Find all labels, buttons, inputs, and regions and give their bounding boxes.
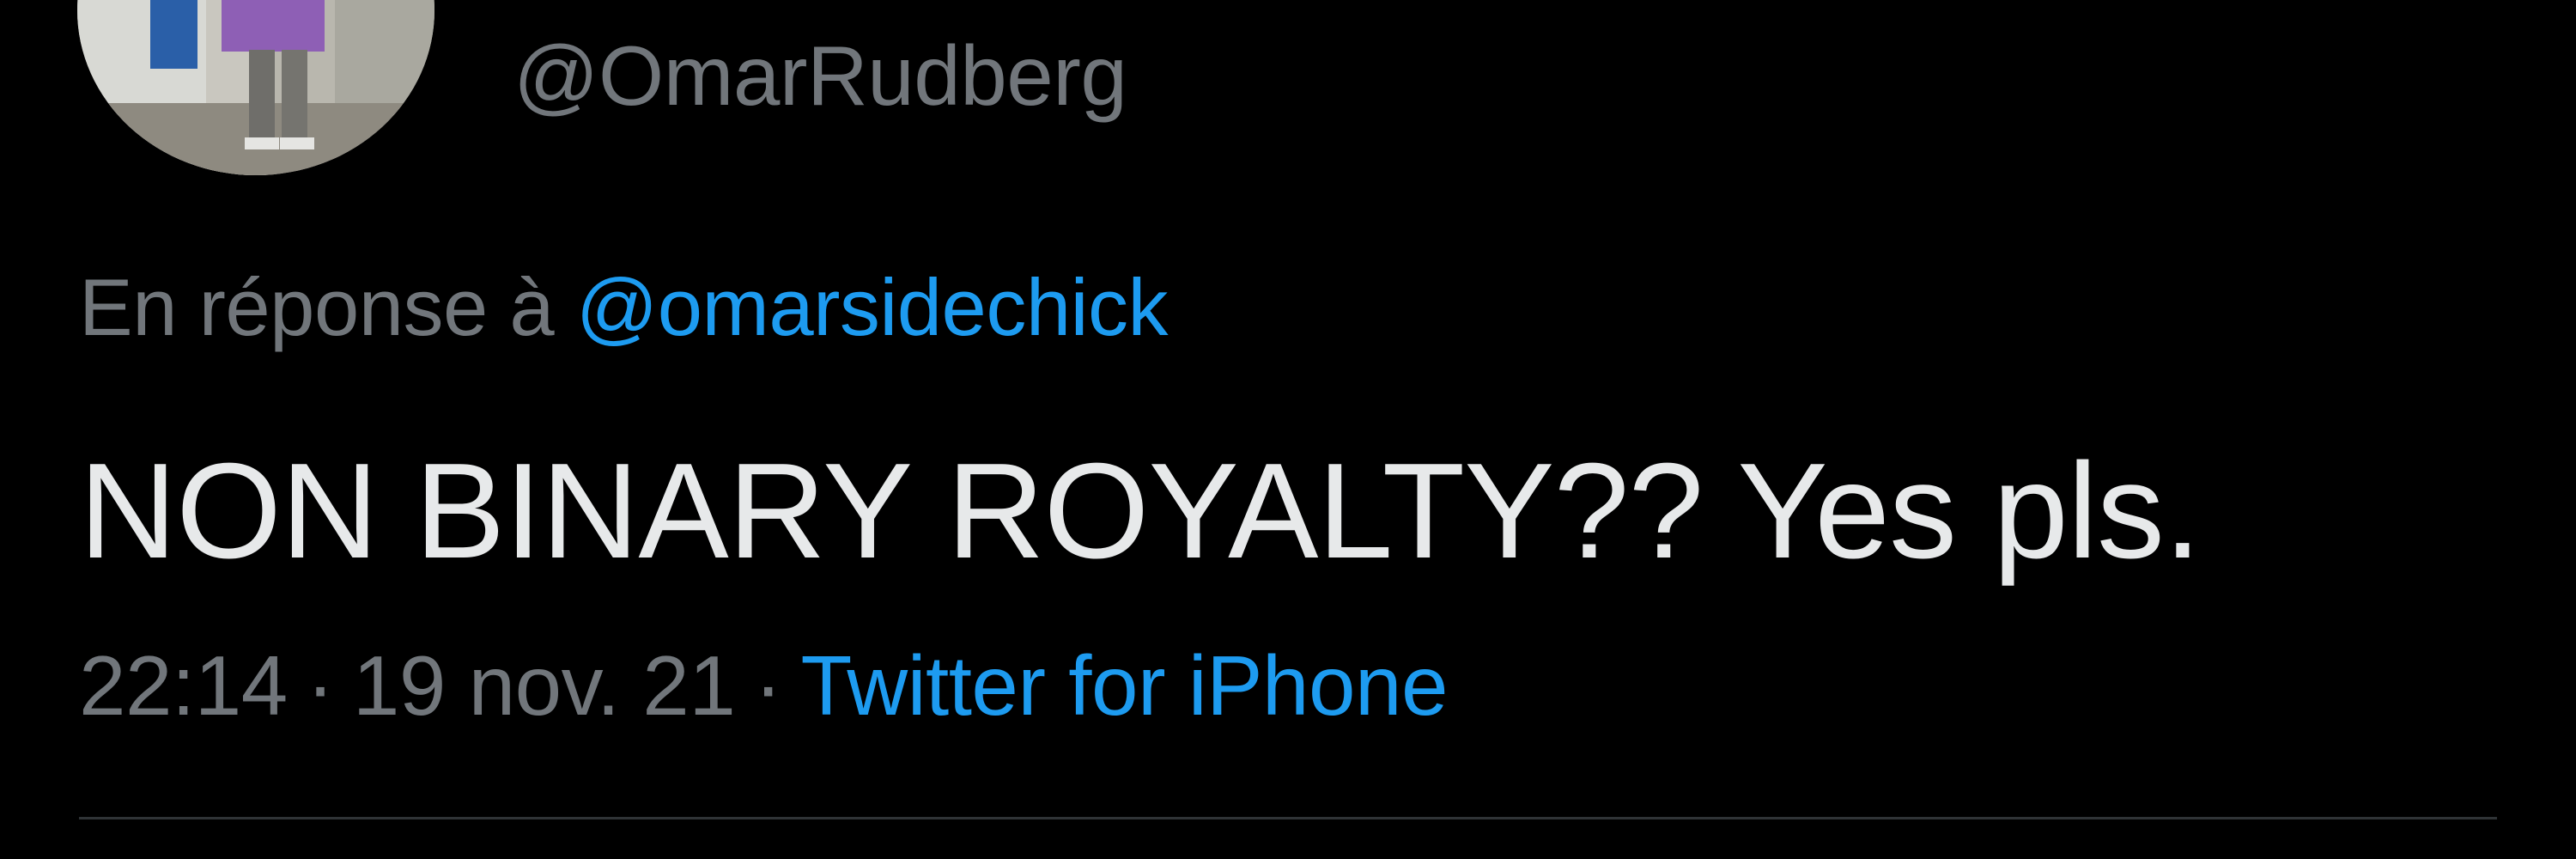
meta-separator: · [306,638,335,733]
author-handle[interactable]: @OmarRudberg [513,24,1127,127]
tweet-date[interactable]: 19 nov. 21 [353,638,736,733]
reply-prefix: En réponse à [79,262,555,352]
avatar[interactable] [77,0,434,175]
tweet-time[interactable]: 22:14 [79,638,288,733]
divider [79,817,2497,819]
tweet-text: NON BINARY ROYALTY?? Yes pls. [79,436,2202,587]
tweet-meta: 22:14 · 19 nov. 21 · Twitter for iPhone [79,634,1449,737]
avatar-photo [77,0,434,175]
meta-separator: · [754,638,782,733]
tweet-source-link[interactable]: Twitter for iPhone [800,638,1448,733]
reply-context: En réponse à @omarsidechick [79,256,1169,359]
reply-mention-link[interactable]: @omarsidechick [576,262,1169,352]
